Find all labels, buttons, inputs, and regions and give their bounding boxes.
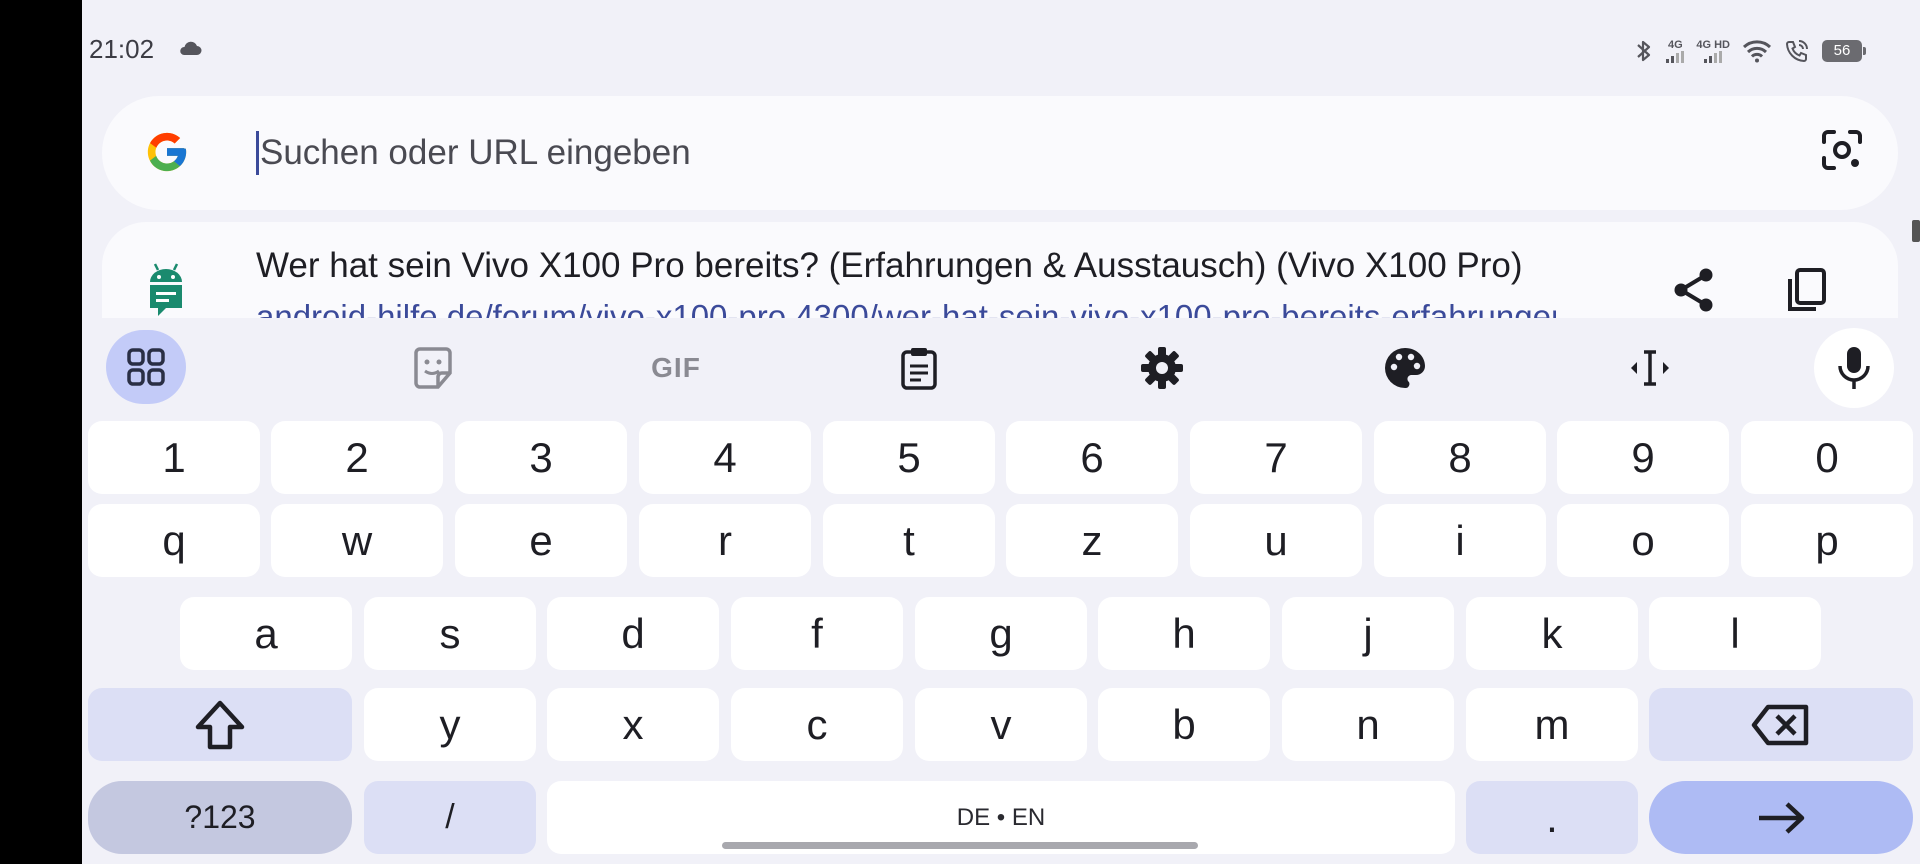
- clock: 21:02: [89, 34, 155, 64]
- key-k[interactable]: k: [1466, 597, 1638, 670]
- key-v[interactable]: v: [915, 688, 1087, 761]
- key-q[interactable]: q: [88, 504, 260, 577]
- key-8[interactable]: 8: [1374, 421, 1546, 494]
- shift-key[interactable]: [88, 688, 352, 761]
- period-key[interactable]: .: [1466, 781, 1638, 854]
- text-caret: [256, 131, 259, 175]
- key-z[interactable]: z: [1006, 504, 1178, 577]
- pencil-icon: [1893, 265, 1898, 315]
- copy-button[interactable]: [1777, 260, 1837, 320]
- voice-input-button[interactable]: [1814, 328, 1894, 408]
- shift-icon: [195, 700, 245, 749]
- signal-icon: 4G: [1666, 39, 1685, 63]
- arrow-right-icon: [1759, 801, 1805, 834]
- key-x[interactable]: x: [547, 688, 719, 761]
- key-b[interactable]: b: [1098, 688, 1270, 761]
- edit-button[interactable]: [1888, 260, 1898, 320]
- key-s[interactable]: s: [364, 597, 536, 670]
- search-input[interactable]: [256, 126, 1660, 180]
- sticker-button[interactable]: [393, 332, 473, 404]
- key-i[interactable]: i: [1374, 504, 1546, 577]
- keyboard: GIF 1 2 3 4 5 6 7 8 9 0 q w e r t z u i …: [82, 318, 1920, 864]
- mic-icon: [1838, 347, 1870, 389]
- key-r[interactable]: r: [639, 504, 811, 577]
- settings-icon: [1141, 347, 1183, 389]
- key-f[interactable]: f: [731, 597, 903, 670]
- enter-key[interactable]: [1649, 781, 1913, 854]
- palette-icon: [1385, 348, 1425, 389]
- address-bar[interactable]: [102, 96, 1898, 210]
- lens-button[interactable]: [1814, 122, 1870, 178]
- key-2[interactable]: 2: [271, 421, 443, 494]
- key-7[interactable]: 7: [1190, 421, 1362, 494]
- key-h[interactable]: h: [1098, 597, 1270, 670]
- key-1[interactable]: 1: [88, 421, 260, 494]
- share-button[interactable]: [1664, 260, 1724, 320]
- key-l[interactable]: l: [1649, 597, 1821, 670]
- battery-icon: 56: [1822, 40, 1866, 62]
- gif-label: GIF: [651, 352, 701, 383]
- key-g[interactable]: g: [915, 597, 1087, 670]
- net-label-2: 4G HD: [1696, 39, 1730, 51]
- google-logo-icon: [147, 132, 187, 172]
- key-u[interactable]: u: [1190, 504, 1362, 577]
- key-n[interactable]: n: [1282, 688, 1454, 761]
- net-label-1: 4G: [1668, 39, 1683, 51]
- gif-button[interactable]: GIF: [636, 332, 716, 404]
- sticker-icon: [414, 347, 452, 389]
- key-0[interactable]: 0: [1741, 421, 1913, 494]
- wifi-icon: [1742, 40, 1772, 63]
- key-o[interactable]: o: [1557, 504, 1729, 577]
- suggestion-title: Wer hat sein Vivo X100 Pro bereits? (Erf…: [256, 246, 1523, 285]
- key-e[interactable]: e: [455, 504, 627, 577]
- wifi-call-icon: [1785, 40, 1808, 63]
- signal-icon-2: 4G HD: [1696, 39, 1730, 63]
- key-j[interactable]: j: [1282, 597, 1454, 670]
- key-6[interactable]: 6: [1006, 421, 1178, 494]
- camera-search-icon: [1822, 130, 1862, 170]
- phone-screen: 21:02 4G 4G HD 56 Suchen oder URL eingeb…: [82, 0, 1920, 864]
- settings-button[interactable]: [1122, 332, 1202, 404]
- backspace-icon: [1751, 704, 1809, 745]
- bluetooth-icon: [1637, 40, 1651, 62]
- key-a[interactable]: a: [180, 597, 352, 670]
- key-9[interactable]: 9: [1557, 421, 1729, 494]
- key-m[interactable]: m: [1466, 688, 1638, 761]
- text-cursor-icon: [1631, 350, 1669, 386]
- scrollbar[interactable]: [1912, 220, 1920, 242]
- apps-button[interactable]: [106, 330, 186, 404]
- status-bar: 21:02 4G 4G HD 56: [82, 0, 1920, 96]
- slash-key[interactable]: /: [364, 781, 536, 854]
- apps-icon: [127, 348, 165, 386]
- share-icon: [1674, 268, 1713, 312]
- key-y[interactable]: y: [364, 688, 536, 761]
- gesture-nav-handle[interactable]: [722, 842, 1198, 849]
- backspace-key[interactable]: [1649, 688, 1913, 761]
- keyboard-toolbar: GIF: [82, 318, 1920, 410]
- key-t[interactable]: t: [823, 504, 995, 577]
- key-d[interactable]: d: [547, 597, 719, 670]
- key-3[interactable]: 3: [455, 421, 627, 494]
- key-w[interactable]: w: [271, 504, 443, 577]
- cloud-icon: [180, 41, 202, 55]
- clipboard-button[interactable]: [879, 332, 959, 404]
- clipboard-icon: [901, 348, 937, 390]
- status-icons: 4G 4G HD 56: [1634, 36, 1866, 66]
- symbols-key[interactable]: ?123: [88, 781, 352, 854]
- theme-button[interactable]: [1365, 332, 1445, 404]
- copy-icon: [1788, 268, 1826, 311]
- android-favicon-icon: [150, 263, 182, 316]
- key-p[interactable]: p: [1741, 504, 1913, 577]
- cursor-control-button[interactable]: [1610, 332, 1690, 404]
- key-5[interactable]: 5: [823, 421, 995, 494]
- key-c[interactable]: c: [731, 688, 903, 761]
- key-4[interactable]: 4: [639, 421, 811, 494]
